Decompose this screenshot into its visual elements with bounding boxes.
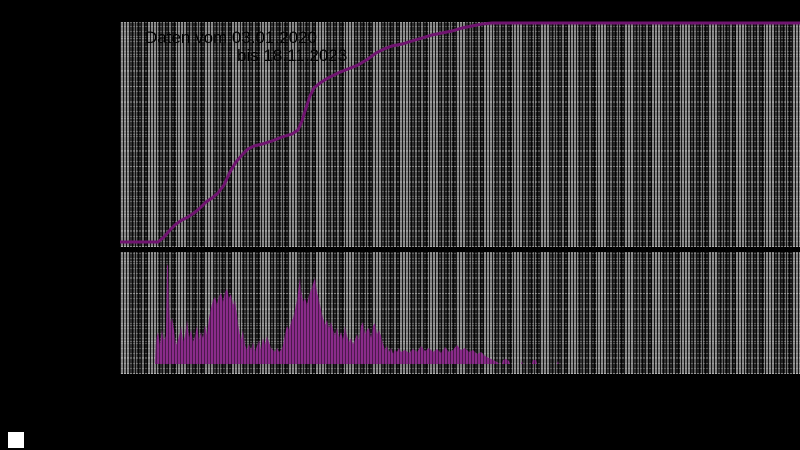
chart-title-line2: bis 18.11.2023	[237, 46, 348, 65]
chart-svg	[120, 21, 800, 364]
chart-title-line1: Daten vom 03.01.2020	[145, 28, 318, 47]
cumulative-line	[120, 21, 800, 244]
chart-canvas: Daten vom 03.01.2020 bis 18.11.2023	[0, 0, 800, 450]
daily-bars-texture	[120, 264, 800, 364]
